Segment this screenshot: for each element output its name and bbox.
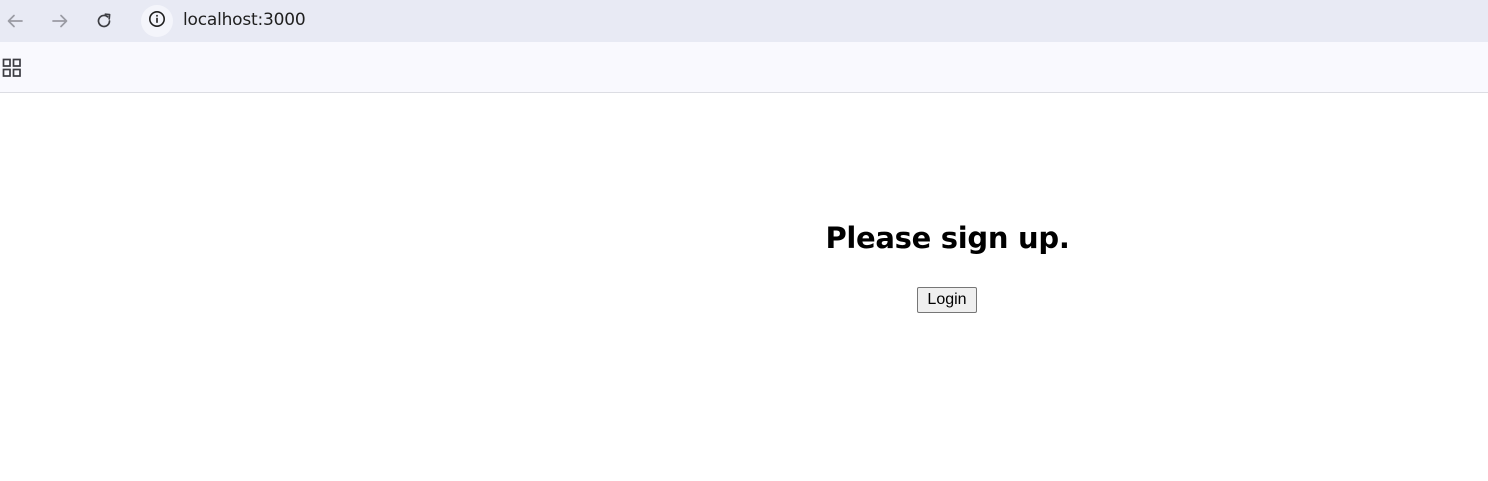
- apps-button[interactable]: [2, 58, 22, 78]
- browser-toolbar: localhost:3000: [0, 0, 1488, 42]
- page-title: Please sign up.: [825, 221, 1070, 255]
- forward-arrow-icon: [51, 12, 69, 30]
- address-bar[interactable]: localhost:3000: [137, 2, 1488, 40]
- info-icon: [148, 10, 166, 32]
- apps-grid-icon: [2, 58, 22, 82]
- reload-button[interactable]: [89, 5, 119, 37]
- bookmarks-bar: [0, 42, 1488, 93]
- page-content: Please sign up. Login: [0, 93, 1488, 481]
- site-info-button[interactable]: [141, 5, 173, 37]
- back-arrow-icon: [6, 12, 24, 30]
- forward-button[interactable]: [45, 5, 75, 37]
- reload-icon: [95, 12, 113, 30]
- login-button[interactable]: Login: [917, 287, 977, 313]
- back-button[interactable]: [0, 5, 30, 37]
- url-text: localhost:3000: [183, 10, 306, 30]
